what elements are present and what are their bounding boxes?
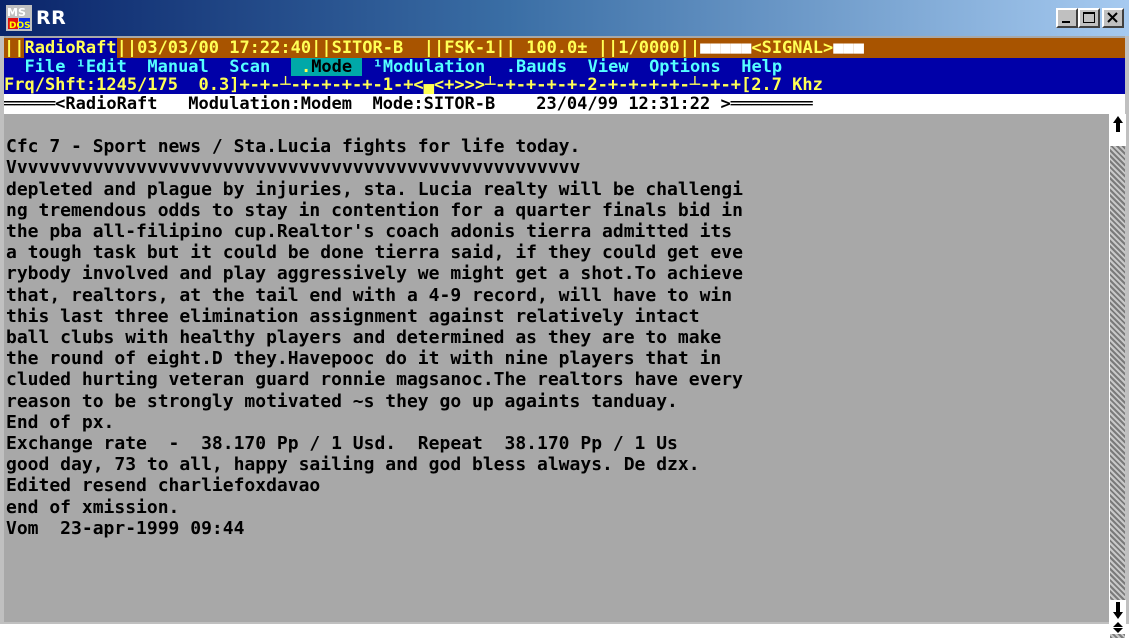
close-button[interactable]	[1102, 8, 1124, 28]
menu-scan[interactable]: Scan	[229, 58, 270, 76]
text-line: that, realtors, at the tail end with a 4…	[6, 284, 733, 306]
menu-manual[interactable]: Manual	[147, 58, 208, 76]
scroll-down-button[interactable]	[1110, 600, 1126, 634]
text-line: Exchange rate - 38.170 Pp / 1 Usd. Repea…	[6, 433, 678, 454]
status-value: 100.0±	[526, 38, 588, 58]
text-line: End of px.	[6, 411, 115, 433]
menu-edit[interactable]: Edit	[86, 58, 127, 76]
text-line: depleted and plague by injuries, sta. Lu…	[6, 178, 743, 200]
status-line: ||RadioRaft||03/03/00 17:22:40||SITOR-B …	[4, 38, 1125, 58]
text-line: ng tremendous odds to stay in contention…	[6, 199, 743, 221]
menu-bauds[interactable]: Bauds	[516, 58, 567, 76]
vertical-scrollbar[interactable]	[1109, 114, 1126, 638]
frequency-line: Frq/Shft:1245/175 0.3]+-+-┴-+-+-+-+-1-+<…	[4, 76, 1125, 94]
window-title: RR	[36, 7, 67, 29]
text-line: the round of eight.D they.Havepooc do it…	[6, 348, 722, 370]
scrollbar-thumb[interactable]	[1110, 134, 1126, 146]
text-line: Edited resend charliefoxdavao	[6, 475, 321, 497]
dos-console: ||RadioRaft||03/03/00 17:22:40||SITOR-B …	[4, 36, 1126, 638]
maximize-button[interactable]	[1078, 8, 1100, 28]
svg-text:MS: MS	[7, 6, 26, 19]
scroll-up-button[interactable]	[1110, 114, 1126, 134]
app-window: MS DOS RR ||RadioRaft||03/03/00 17:22:40…	[0, 0, 1129, 638]
arrow-down-icon	[1113, 602, 1123, 633]
header-separator: ═════<RadioRaft Modulation:Modem Mode:SI…	[4, 94, 1125, 114]
menu-mode[interactable]: .Mode	[290, 58, 363, 76]
text-line: end of xmission.	[6, 496, 180, 518]
bandwidth: 2.7 Khz	[751, 76, 823, 94]
freq-offset: 0.3	[198, 76, 230, 94]
status-mode: SITOR-B	[331, 38, 404, 58]
text-line: reason to be strongly motivated ~s they …	[6, 390, 678, 412]
ms-dos-icon: MS DOS	[6, 5, 32, 31]
close-icon	[1107, 12, 1118, 23]
minimize-icon	[1062, 21, 1070, 23]
text-line: a tough task but it could be done tierra…	[6, 242, 743, 264]
arrow-up-icon	[1113, 116, 1123, 132]
menu-options[interactable]: Options	[649, 58, 721, 76]
text-line: the pba all-filipino cup.Realtor's coach…	[6, 221, 733, 242]
title-bar[interactable]: MS DOS RR	[0, 0, 1129, 36]
status-app: RadioRaft	[24, 38, 117, 58]
menu-bar: File ¹Edit Manual Scan .Mode ¹Modulation…	[4, 58, 1125, 76]
menu-help[interactable]: Help	[741, 58, 782, 76]
status-signal: SIGNAL	[761, 38, 823, 58]
text-line: this last three elimination assignment a…	[6, 305, 700, 327]
text-line: Vvvvvvvvvvvvvvvvvvvvvvvvvvvvvvvvvvvvvvvv…	[6, 157, 581, 179]
minimize-button[interactable]	[1056, 8, 1078, 28]
text-line: Cfc 7 - Sport news / Sta.Lucia fights fo…	[6, 136, 581, 158]
text-line: Vom 23-apr-1999 09:44	[6, 517, 245, 539]
decoded-text-area[interactable]: Cfc 7 - Sport news / Sta.Lucia fights fo…	[4, 114, 1109, 620]
status-counter: 1/0000	[618, 38, 680, 58]
maximize-icon	[1083, 12, 1095, 23]
tuning-scale[interactable]: ]+-+-┴-+-+-+-+-1-+<▄<+>>>┴-+-+-+-+-2-+-+…	[229, 76, 751, 94]
status-fsk: FSK-1	[444, 38, 496, 58]
text-line: cluded hurting veteran guard ronnie mags…	[6, 369, 743, 391]
svg-text:DOS: DOS	[9, 21, 31, 31]
menu-modulation[interactable]: Modulation	[383, 58, 485, 76]
menu-view[interactable]: View	[588, 58, 629, 76]
text-line: rybody involved and play aggressively we…	[6, 263, 743, 285]
text-line: ball clubs with healthy players and dete…	[6, 327, 722, 348]
status-datetime: 03/03/00 17:22:40	[137, 38, 312, 58]
menu-file[interactable]: File	[24, 58, 65, 76]
freq-label: Frq/Shft:1245/175	[4, 76, 178, 94]
text-line: good day, 73 to all, happy sailing and g…	[6, 454, 700, 476]
